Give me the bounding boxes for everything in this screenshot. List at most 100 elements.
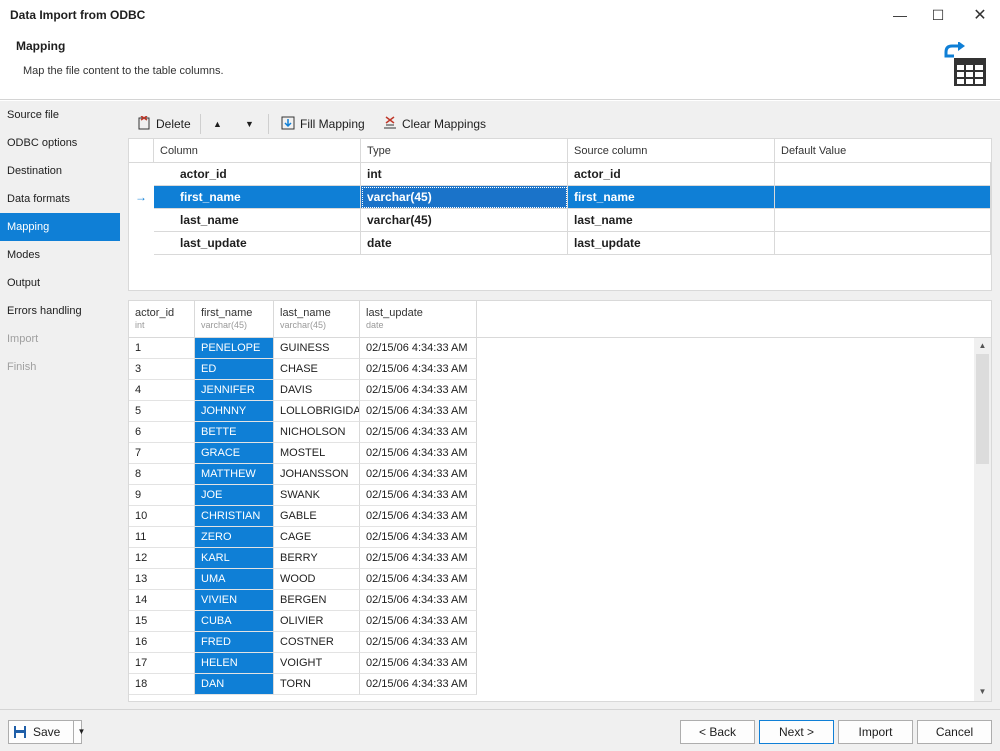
preview-cell: 02/15/06 4:34:33 AM xyxy=(360,611,477,632)
back-button[interactable]: < Back xyxy=(680,720,755,744)
sidebar-item-mapping[interactable]: Mapping xyxy=(0,213,120,241)
preview-column-header[interactable]: first_name varchar(45) xyxy=(195,301,274,338)
preview-cell: 02/15/06 4:34:33 AM xyxy=(360,380,477,401)
preview-cell: 02/15/06 4:34:33 AM xyxy=(360,464,477,485)
mapping-cell-source[interactable]: actor_id xyxy=(568,163,775,186)
column-header-column[interactable]: Column xyxy=(154,139,361,163)
delete-button[interactable]: Delete xyxy=(136,110,191,138)
mapping-row[interactable]: last_name varchar(45) last_name xyxy=(129,209,991,232)
toolbar-separator xyxy=(200,114,201,134)
preview-cell: COSTNER xyxy=(274,632,360,653)
sidebar-item-odbc-options[interactable]: ODBC options xyxy=(0,129,120,157)
preview-row: 17 HELEN VOIGHT 02/15/06 4:34:33 AM xyxy=(129,653,477,674)
preview-cell: 3 xyxy=(129,359,195,380)
fill-mapping-label: Fill Mapping xyxy=(300,117,365,131)
preview-cell: 02/15/06 4:34:33 AM xyxy=(360,443,477,464)
sidebar-item-data-formats[interactable]: Data formats xyxy=(0,185,120,213)
column-header-source[interactable]: Source column xyxy=(568,139,775,163)
preview-cell: 02/15/06 4:34:33 AM xyxy=(360,401,477,422)
mapping-cell-source[interactable]: first_name xyxy=(568,186,775,209)
preview-cell: 02/15/06 4:34:33 AM xyxy=(360,359,477,380)
preview-cell: GUINESS xyxy=(274,338,360,359)
preview-row: 11 ZERO CAGE 02/15/06 4:34:33 AM xyxy=(129,527,477,548)
preview-cell: SWANK xyxy=(274,485,360,506)
preview-column-header[interactable]: last_update date xyxy=(360,301,477,338)
mapping-cell-default[interactable] xyxy=(775,186,991,209)
preview-cell: 02/15/06 4:34:33 AM xyxy=(360,632,477,653)
fill-mapping-button[interactable]: Fill Mapping xyxy=(280,110,365,138)
preview-cell: KARL xyxy=(195,548,274,569)
mapping-cell-type[interactable]: varchar(45) xyxy=(361,186,568,209)
mapping-toolbar: Delete ▲ ▼ Fill Mapping Clear Mappings xyxy=(128,110,992,138)
preview-row: 14 VIVIEN BERGEN 02/15/06 4:34:33 AM xyxy=(129,590,477,611)
mapping-cell-type[interactable]: int xyxy=(361,163,568,186)
preview-cell: BETTE xyxy=(195,422,274,443)
preview-cell: TORN xyxy=(274,674,360,695)
preview-cell: 18 xyxy=(129,674,195,695)
preview-vertical-scrollbar[interactable]: ▲ ▼ xyxy=(974,338,991,701)
mapping-cell-column[interactable]: last_update xyxy=(154,232,361,255)
preview-cell: JOHANSSON xyxy=(274,464,360,485)
clear-mappings-icon xyxy=(382,115,398,133)
mapping-cell-column[interactable]: first_name xyxy=(154,186,361,209)
wizard-sidebar: Source file ODBC options Destination Data f… xyxy=(0,101,120,709)
mapping-row[interactable]: last_update date last_update xyxy=(129,232,991,255)
preview-cell: 02/15/06 4:34:33 AM xyxy=(360,506,477,527)
save-label: Save xyxy=(33,725,61,739)
sidebar-item-finish: Finish xyxy=(7,361,37,373)
preview-cell: 02/15/06 4:34:33 AM xyxy=(360,590,477,611)
preview-cell: GRACE xyxy=(195,443,274,464)
mapping-row[interactable]: actor_id int actor_id xyxy=(129,163,991,186)
clear-mappings-button[interactable]: Clear Mappings xyxy=(382,110,486,138)
column-header-type[interactable]: Type xyxy=(361,139,568,163)
preview-cell: 4 xyxy=(129,380,195,401)
table-import-icon xyxy=(944,42,986,86)
preview-row: 7 GRACE MOSTEL 02/15/06 4:34:33 AM xyxy=(129,443,477,464)
preview-cell: 02/15/06 4:34:33 AM xyxy=(360,527,477,548)
mapping-cell-column[interactable]: last_name xyxy=(154,209,361,232)
scroll-down-arrow[interactable]: ▼ xyxy=(974,685,991,699)
sidebar-item-destination[interactable]: Destination xyxy=(0,157,120,185)
preview-row: 4 JENNIFER DAVIS 02/15/06 4:34:33 AM xyxy=(129,380,477,401)
mapping-cell-column[interactable]: actor_id xyxy=(154,163,361,186)
mapping-row[interactable]: → first_name varchar(45) first_name xyxy=(129,186,991,209)
import-button[interactable]: Import xyxy=(838,720,913,744)
move-down-button[interactable]: ▼ xyxy=(245,110,254,138)
preview-cell: 7 xyxy=(129,443,195,464)
minimize-button[interactable]: — xyxy=(880,0,920,30)
preview-cell: WOOD xyxy=(274,569,360,590)
sidebar-item-modes[interactable]: Modes xyxy=(0,241,120,269)
move-up-button[interactable]: ▲ xyxy=(213,110,222,138)
preview-cell: MOSTEL xyxy=(274,443,360,464)
page-description: Map the file content to the table column… xyxy=(23,65,224,77)
preview-cell: FRED xyxy=(195,632,274,653)
preview-column-header[interactable]: actor_id int xyxy=(129,301,195,338)
scrollbar-thumb[interactable] xyxy=(976,354,989,464)
mapping-grid: Column Type Source column Default Value … xyxy=(128,138,992,291)
mapping-cell-type[interactable]: date xyxy=(361,232,568,255)
preview-column-header[interactable]: last_name varchar(45) xyxy=(274,301,360,338)
cancel-button[interactable]: Cancel xyxy=(917,720,992,744)
next-button[interactable]: Next > xyxy=(759,720,834,744)
mapping-cell-type[interactable]: varchar(45) xyxy=(361,209,568,232)
sidebar-item-errors-handling[interactable]: Errors handling xyxy=(0,297,120,325)
scroll-up-arrow[interactable]: ▲ xyxy=(974,339,991,353)
save-button[interactable]: Save ▼ xyxy=(8,720,85,744)
mapping-cell-default[interactable] xyxy=(775,232,991,255)
close-button[interactable]: ✕ xyxy=(960,0,1000,30)
mapping-cell-default[interactable] xyxy=(775,209,991,232)
sidebar-item-output[interactable]: Output xyxy=(0,269,120,297)
row-indicator-header xyxy=(129,139,154,163)
mapping-cell-source[interactable]: last_name xyxy=(568,209,775,232)
save-dropdown-arrow[interactable]: ▼ xyxy=(73,721,89,743)
preview-cell: DAN xyxy=(195,674,274,695)
maximize-button[interactable]: ☐ xyxy=(918,0,958,30)
preview-row: 8 MATTHEW JOHANSSON 02/15/06 4:34:33 AM xyxy=(129,464,477,485)
preview-row: 5 JOHNNY LOLLOBRIGIDA 02/15/06 4:34:33 AM xyxy=(129,401,477,422)
sidebar-item-source-file[interactable]: Source file xyxy=(0,101,120,129)
column-header-default[interactable]: Default Value xyxy=(775,139,991,163)
mapping-cell-source[interactable]: last_update xyxy=(568,232,775,255)
mapping-cell-default[interactable] xyxy=(775,163,991,186)
preview-cell: GABLE xyxy=(274,506,360,527)
preview-cell: 02/15/06 4:34:33 AM xyxy=(360,485,477,506)
